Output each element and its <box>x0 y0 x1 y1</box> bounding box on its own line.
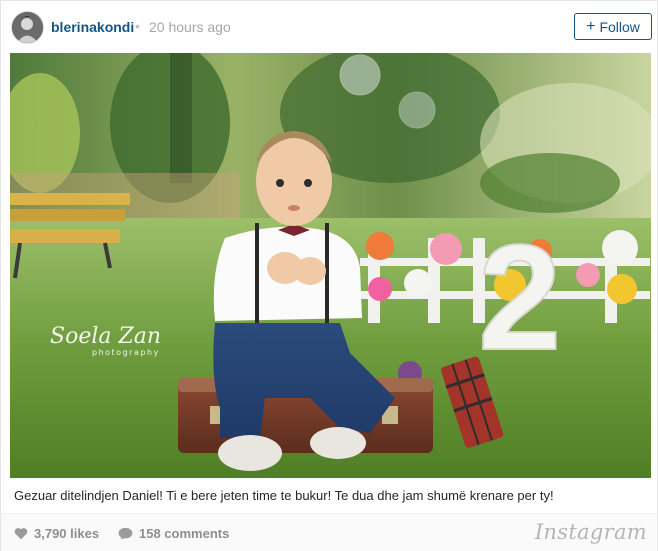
follow-button[interactable]: + Follow <box>574 13 652 40</box>
post-timestamp[interactable]: 20 hours ago <box>149 19 231 35</box>
photo-image: 2 Soela Zan photography <box>10 53 651 478</box>
likes-label: 3,790 likes <box>34 526 100 541</box>
plus-icon: + <box>586 17 596 35</box>
username-link[interactable]: blerinakondi <box>51 19 134 35</box>
comment-icon <box>118 527 133 540</box>
avatar[interactable] <box>11 11 44 44</box>
photographer-watermark-subtitle: photography <box>92 348 160 357</box>
comments-count[interactable]: 158 comments <box>118 526 229 541</box>
photographer-watermark: Soela Zan <box>50 324 161 349</box>
avatar-image <box>12 12 43 43</box>
number-two-prop: 2 <box>478 213 561 381</box>
separator-dot: • <box>135 18 140 34</box>
comments-label: 158 comments <box>139 526 230 541</box>
post-photo[interactable]: 2 Soela Zan photography <box>10 53 651 478</box>
post-caption: Gezuar ditelindjen Daniel! Ti e bere jet… <box>14 488 554 503</box>
follow-label: Follow <box>599 18 640 35</box>
heart-icon <box>14 528 28 540</box>
post-footer: 3,790 likes 158 comments Instagram <box>1 513 657 551</box>
instagram-post-embed: blerinakondi • 20 hours ago + Follow 2 S… <box>0 0 658 551</box>
likes-count[interactable]: 3,790 likes <box>14 526 99 541</box>
post-header: blerinakondi • 20 hours ago + Follow <box>1 1 657 53</box>
instagram-logo[interactable]: Instagram <box>535 520 647 544</box>
